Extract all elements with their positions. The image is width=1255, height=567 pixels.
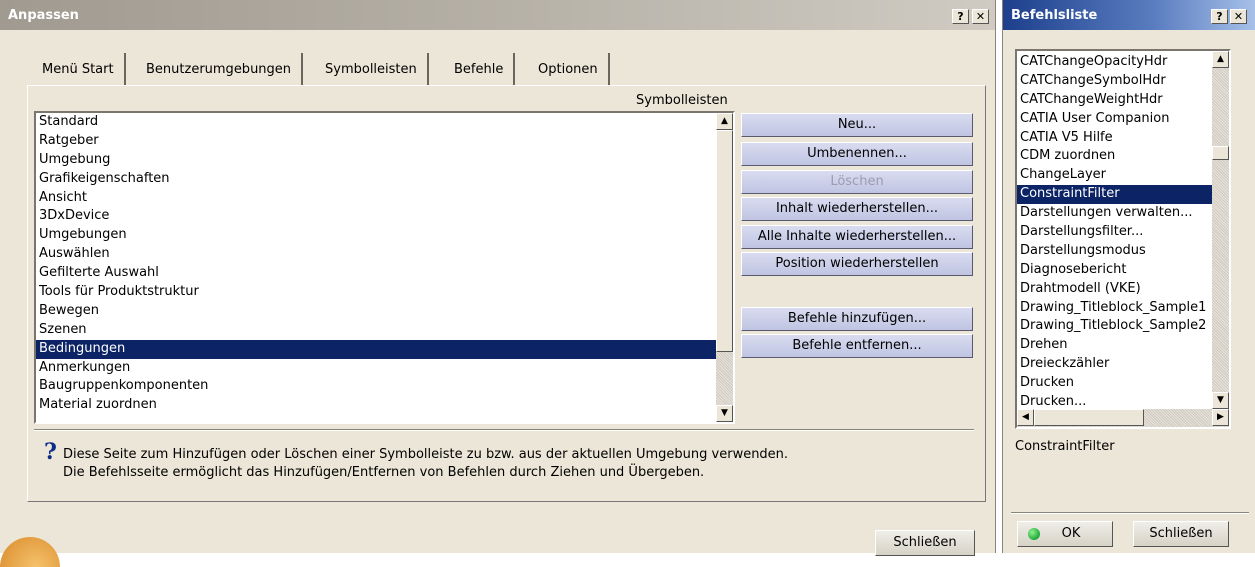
ok-button[interactable]: OK (1017, 521, 1113, 547)
command-list-item[interactable]: Drawing_Titleblock_Sample2 (1017, 317, 1229, 336)
command-list-item[interactable]: Darstellungen verwalten... (1017, 204, 1229, 223)
toolbar-list-item[interactable]: Standard (36, 113, 733, 132)
help-button[interactable]: ? (1211, 9, 1228, 24)
toolbar-list-item[interactable]: Gefilterte Auswahl (36, 264, 733, 283)
restore-position-button[interactable]: Position wiederherstellen (741, 252, 973, 276)
tab-befehle[interactable]: Befehle (444, 53, 516, 85)
toolbar-list-scrollbar[interactable]: ▲ ▼ (716, 113, 733, 422)
befehlsliste-titlebar[interactable]: Befehlsliste ? ✕ (1003, 0, 1255, 30)
toolbar-list[interactable]: Standard Ratgeber Umgebung Grafikeigenschaf… (34, 111, 735, 424)
tab-optionen[interactable]: Optionen (528, 53, 610, 85)
tab-panel: Symbolleisten Standard Ratgeber Umgebung Gr… (27, 85, 986, 502)
toolbar-list-item[interactable]: Ratgeber (36, 132, 733, 151)
toolbar-list-item[interactable]: 3DxDevice (36, 207, 733, 226)
scroll-left-arrow-icon[interactable]: ◀ (1017, 409, 1034, 426)
toolbar-list-item[interactable]: Bedingungen (36, 339, 733, 359)
command-list-item[interactable]: Diagnosebericht (1017, 261, 1229, 280)
command-list-item[interactable]: Drehen (1017, 336, 1229, 355)
add-commands-button[interactable]: Befehle hinzufügen... (741, 307, 973, 331)
close-x-button[interactable]: ✕ (972, 9, 989, 24)
command-list-item[interactable]: Darstellungsfilter... (1017, 223, 1229, 242)
command-list-item[interactable]: CATChangeOpacityHdr (1017, 53, 1229, 72)
command-list-vscrollbar[interactable]: ▲ ▼ (1212, 51, 1229, 409)
command-list-item[interactable]: Drucken (1017, 374, 1229, 393)
ok-status-icon (1028, 528, 1040, 540)
command-list-item[interactable]: CATIA V5 Hilfe (1017, 129, 1229, 148)
tab-symbolleisten[interactable]: Symbolleisten (315, 53, 429, 85)
toolbar-list-item[interactable]: Ansicht (36, 189, 733, 208)
befehlsliste-close-button[interactable]: Schließen (1133, 521, 1229, 547)
toolbar-list-item[interactable]: Material zuordnen (36, 396, 733, 415)
toolbar-list-item[interactable]: Bewegen (36, 302, 733, 321)
list-label: Symbolleisten (636, 93, 728, 108)
ok-label: OK (1061, 526, 1081, 541)
command-list-item[interactable]: Darstellungsmodus (1017, 242, 1229, 261)
command-list-item[interactable]: ChangeLayer (1017, 166, 1229, 185)
anpassen-close-button[interactable]: Schließen (875, 530, 975, 556)
new-button[interactable]: Neu... (741, 113, 973, 137)
scroll-up-arrow-icon[interactable]: ▲ (1212, 51, 1229, 68)
scroll-up-arrow-icon[interactable]: ▲ (716, 113, 733, 130)
restore-all-button[interactable]: Alle Inhalte wiederherstellen... (741, 225, 973, 249)
command-list-item[interactable]: CATChangeSymbolHdr (1017, 72, 1229, 91)
toolbar-list-item[interactable]: Szenen (36, 321, 733, 340)
divider (1011, 512, 1249, 514)
question-mark-icon: ? (44, 439, 57, 465)
toolbar-list-item[interactable]: Umgebung (36, 151, 733, 170)
close-x-button[interactable]: ✕ (1230, 9, 1247, 24)
help-text-2: Die Befehlsseite ermöglicht das Hinzufüg… (63, 465, 705, 480)
command-list-item[interactable]: CATChangeWeightHdr (1017, 91, 1229, 110)
toolbar-list-item[interactable]: Baugruppenkomponenten (36, 377, 733, 396)
divider (34, 429, 974, 431)
remove-commands-button[interactable]: Befehle entfernen... (741, 334, 973, 358)
catia-logo-icon (0, 537, 60, 567)
befehlsliste-title: Befehlsliste (1011, 8, 1098, 23)
scroll-down-arrow-icon[interactable]: ▼ (1212, 392, 1229, 409)
command-list-item[interactable]: ConstraintFilter (1017, 185, 1229, 205)
command-list[interactable]: CATChangeOpacityHdr CATChangeSymbolHdr CAT… (1015, 49, 1231, 429)
anpassen-dialog: Anpassen ? ✕ Menü Start Benutzerumgebung… (0, 0, 996, 567)
command-list-item[interactable]: CATIA User Companion (1017, 110, 1229, 129)
scroll-thumb[interactable] (716, 130, 733, 352)
anpassen-titlebar[interactable]: Anpassen ? ✕ (0, 0, 995, 30)
delete-button[interactable]: Löschen (741, 170, 973, 194)
command-list-hscrollbar[interactable]: ◀ ▶ (1017, 409, 1229, 427)
help-button[interactable]: ? (952, 9, 969, 24)
anpassen-title: Anpassen (8, 8, 79, 23)
befehlsliste-dialog: Befehlsliste ? ✕ CATChangeOpacityHdr CATC… (1002, 0, 1255, 553)
toolbar-list-item[interactable]: Grafikeigenschaften (36, 170, 733, 189)
command-list-item[interactable]: Drahtmodell (VKE) (1017, 280, 1229, 299)
restore-content-button[interactable]: Inhalt wiederherstellen... (741, 197, 973, 221)
scroll-down-arrow-icon[interactable]: ▼ (716, 405, 733, 422)
toolbar-list-item[interactable]: Anmerkungen (36, 359, 733, 378)
tab-menue-start[interactable]: Menü Start (32, 53, 126, 85)
toolbar-list-item[interactable]: Tools für Produktstruktur (36, 283, 733, 302)
toolbar-list-item[interactable]: Umgebungen (36, 226, 733, 245)
selection-display: ConstraintFilter (1015, 439, 1115, 454)
scroll-right-arrow-icon[interactable]: ▶ (1212, 409, 1229, 426)
tab-benutzerumgebungen[interactable]: Benutzerumgebungen (136, 53, 304, 85)
command-list-item[interactable]: Drawing_Titleblock_Sample1 (1017, 299, 1229, 318)
scroll-thumb[interactable] (1212, 146, 1229, 160)
rename-button[interactable]: Umbenennen... (741, 142, 973, 166)
help-text-1: Diese Seite zum Hinzufügen oder Löschen … (63, 447, 789, 462)
hscroll-thumb[interactable] (1034, 409, 1144, 426)
toolbar-list-item[interactable]: Auswählen (36, 245, 733, 264)
command-list-item[interactable]: Dreieckzähler (1017, 355, 1229, 374)
command-list-item[interactable]: CDM zuordnen (1017, 147, 1229, 166)
